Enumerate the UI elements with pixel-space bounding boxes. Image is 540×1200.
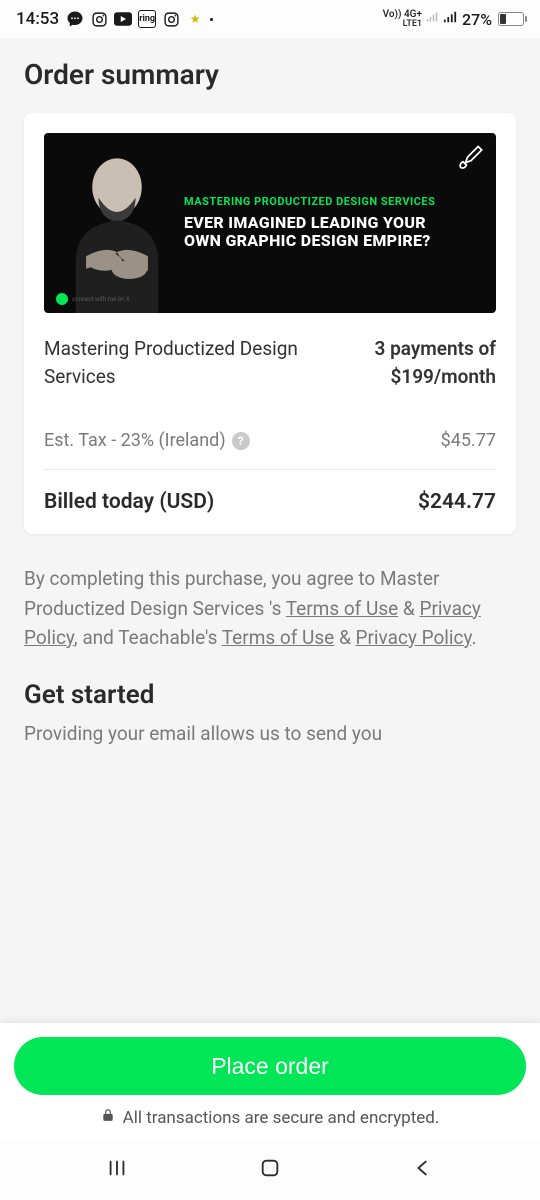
secure-note: All transactions are secure and encrypte… xyxy=(14,1107,526,1128)
terms-paragraph: By completing this purchase, you agree t… xyxy=(24,564,516,652)
signal-secondary-icon xyxy=(426,11,438,27)
tax-row: Est. Tax - 23% (Ireland) ? $45.77 xyxy=(44,430,496,470)
network-label: Vo)) 4G+ xyxy=(383,10,422,20)
banner-headline: EVER IMAGINED LEADING YOUR OWN GRAPHIC D… xyxy=(184,214,446,251)
person-silhouette xyxy=(52,148,182,313)
product-banner: MASTERING PRODUCTIZED DESIGN SERVICES EV… xyxy=(44,133,496,313)
item-name: Mastering Productized Design Services xyxy=(44,335,355,390)
seller-terms-link[interactable]: Terms of Use xyxy=(286,597,398,620)
place-order-button[interactable]: Place order xyxy=(14,1037,526,1095)
network-sub: LTE1 xyxy=(383,20,422,29)
home-button[interactable] xyxy=(259,1157,281,1183)
android-nav-bar xyxy=(0,1140,540,1200)
tax-amount: $45.77 xyxy=(441,430,496,451)
total-label: Billed today (USD) xyxy=(44,490,214,514)
line-item-row: Mastering Productized Design Services 3 … xyxy=(44,335,496,390)
back-button[interactable] xyxy=(412,1157,434,1183)
brush-icon xyxy=(456,143,484,175)
checkout-footer: Place order All transactions are secure … xyxy=(0,1023,540,1140)
total-amount: $244.77 xyxy=(418,490,496,514)
star-app-icon: ★ xyxy=(186,10,204,28)
page-title: Order summary xyxy=(24,58,516,91)
chat-icon xyxy=(66,10,84,28)
item-price: 3 payments of $199/month xyxy=(375,335,497,390)
tax-label: Est. Tax - 23% (Ireland) xyxy=(44,430,226,451)
total-row: Billed today (USD) $244.77 xyxy=(44,490,496,514)
platform-privacy-link[interactable]: Privacy Policy xyxy=(356,626,472,649)
x-badge-icon xyxy=(56,293,68,305)
instagram-icon-2 xyxy=(162,10,180,28)
help-icon[interactable]: ? xyxy=(232,432,250,450)
status-bar: 14:53 ring ★ Vo)) 4G+ LTE1 xyxy=(0,0,540,38)
platform-terms-link[interactable]: Terms of Use xyxy=(222,626,334,649)
get-started-title: Get started xyxy=(24,680,516,710)
banner-subtitle: MASTERING PRODUCTIZED DESIGN SERVICES xyxy=(184,195,446,209)
ring-icon: ring xyxy=(138,10,156,28)
signal-icon xyxy=(442,10,458,28)
recents-button[interactable] xyxy=(106,1157,128,1183)
notification-dot-icon xyxy=(210,18,213,21)
status-time: 14:53 xyxy=(16,9,59,29)
get-started-subtitle: Providing your email allows us to send y… xyxy=(24,720,516,749)
banner-social-tag: connect with me on X xyxy=(56,293,130,305)
lock-icon xyxy=(101,1107,115,1128)
order-summary-card: MASTERING PRODUCTIZED DESIGN SERVICES EV… xyxy=(24,113,516,534)
youtube-icon xyxy=(114,10,132,28)
battery-icon xyxy=(498,12,524,26)
instagram-icon xyxy=(90,10,108,28)
battery-pct: 27% xyxy=(462,10,492,29)
